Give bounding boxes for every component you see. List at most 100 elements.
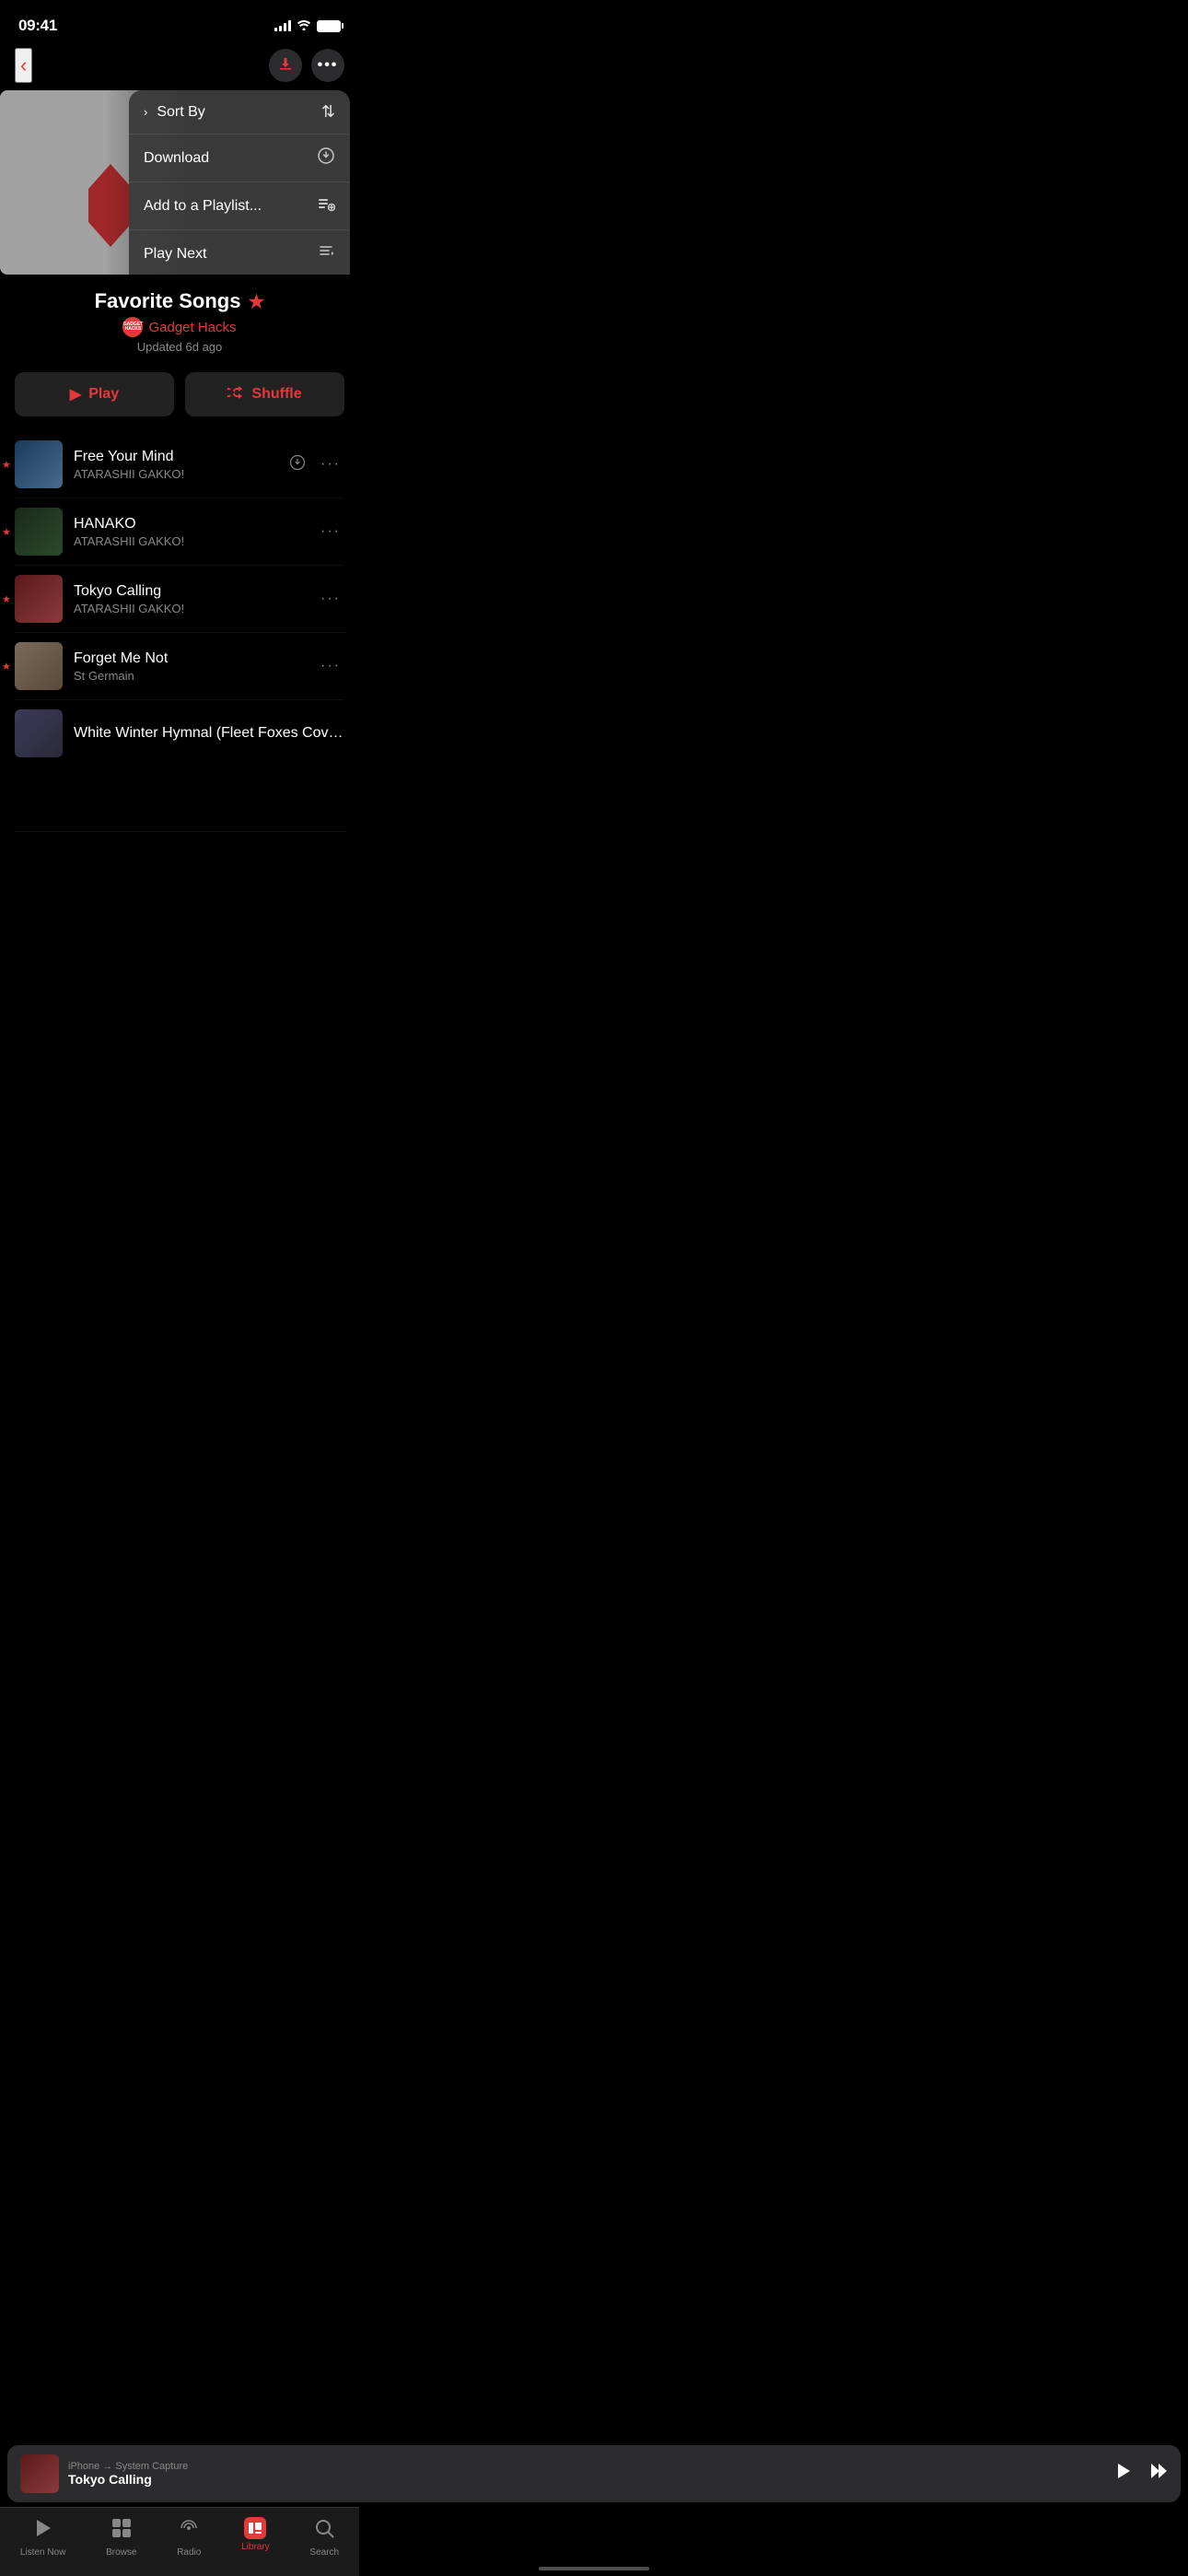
now-playing-play-button[interactable] bbox=[1112, 2461, 1133, 2487]
song-info: Forget Me Not St Germain bbox=[74, 650, 317, 683]
tab-radio[interactable]: Radio bbox=[177, 2517, 201, 2558]
tab-library-label: Library bbox=[241, 2542, 270, 2552]
song-star-icon: ★ bbox=[2, 661, 11, 673]
menu-item-play-next[interactable]: Play Next bbox=[129, 230, 350, 275]
wifi-icon bbox=[297, 19, 311, 33]
song-thumbnail bbox=[15, 575, 63, 623]
song-item[interactable]: ★ Tokyo Calling ATARASHII GAKKO! ··· bbox=[15, 566, 344, 633]
status-time: 09:41 bbox=[18, 17, 57, 35]
sort-by-icon: ⇅ bbox=[321, 102, 335, 122]
browse-icon bbox=[111, 2517, 133, 2545]
tab-search-label: Search bbox=[309, 2547, 339, 2558]
battery-icon bbox=[317, 20, 341, 32]
song-item[interactable]: ★ Forget Me Not St Germain ··· bbox=[15, 633, 344, 700]
now-playing-title: Tokyo Calling bbox=[68, 2472, 1103, 2487]
tab-search[interactable]: Search bbox=[309, 2517, 339, 2558]
song-title: White Winter Hymnal (Fleet Foxes Cover) bbox=[74, 725, 344, 742]
song-title: HANAKO bbox=[74, 516, 317, 533]
song-actions: ··· bbox=[289, 452, 344, 476]
song-artist: ATARASHII GAKKO! bbox=[74, 534, 317, 548]
play-label: Play bbox=[88, 386, 119, 403]
context-menu: › Sort By ⇅ Download Add to a Playlist..… bbox=[129, 90, 350, 275]
tab-bar: Listen Now Browse Radio bbox=[0, 2507, 359, 2576]
updated-text: Updated 6d ago bbox=[18, 340, 341, 354]
song-star-icon: ★ bbox=[2, 526, 11, 538]
menu-item-download[interactable]: Download bbox=[129, 135, 350, 182]
song-item[interactable]: White Winter Hymnal (Fleet Foxes Cover) bbox=[15, 700, 344, 832]
playlist-info: Favorite Songs ★ GADGET HACKS Gadget Hac… bbox=[0, 275, 359, 363]
song-more-button[interactable]: ··· bbox=[317, 520, 344, 544]
song-more-button[interactable]: ··· bbox=[317, 587, 344, 611]
song-actions: ··· bbox=[317, 520, 344, 544]
nav-right-buttons: ••• bbox=[269, 49, 344, 82]
song-download-icon[interactable] bbox=[289, 454, 306, 475]
now-playing-forward-button[interactable] bbox=[1147, 2461, 1168, 2487]
shuffle-button[interactable]: Shuffle bbox=[185, 372, 344, 416]
shuffle-icon bbox=[227, 386, 244, 404]
song-artist: ATARASHII GAKKO! bbox=[74, 467, 289, 481]
song-info: Tokyo Calling ATARASHII GAKKO! bbox=[74, 583, 317, 615]
tab-library[interactable]: Library bbox=[241, 2517, 270, 2552]
song-item[interactable]: ★ Free Your Mind ATARASHII GAKKO! ··· bbox=[15, 431, 344, 498]
library-icon bbox=[244, 2517, 266, 2539]
add-playlist-icon bbox=[317, 194, 335, 217]
play-button[interactable]: ▶ Play bbox=[15, 372, 174, 416]
favorite-star-icon: ★ bbox=[248, 290, 264, 313]
add-playlist-label: Add to a Playlist... bbox=[144, 198, 262, 215]
song-star-icon: ★ bbox=[2, 593, 11, 605]
menu-item-add-playlist[interactable]: Add to a Playlist... bbox=[129, 182, 350, 230]
song-actions: ··· bbox=[317, 587, 344, 611]
now-playing-source: iPhone → System Capture bbox=[68, 2461, 1103, 2472]
download-icon bbox=[317, 146, 335, 170]
song-star-icon: ★ bbox=[2, 459, 11, 471]
download-label: Download bbox=[144, 150, 209, 167]
song-list: ★ Free Your Mind ATARASHII GAKKO! ··· ★ … bbox=[0, 431, 359, 832]
song-artist: ATARASHII GAKKO! bbox=[74, 602, 317, 615]
song-actions: ··· bbox=[317, 654, 344, 678]
nav-bar: ‹ ••• bbox=[0, 44, 359, 90]
song-item[interactable]: ★ HANAKO ATARASHII GAKKO! ··· bbox=[15, 498, 344, 566]
download-nav-button[interactable] bbox=[269, 49, 302, 82]
back-button[interactable]: ‹ bbox=[15, 48, 32, 83]
author-name: Gadget Hacks bbox=[148, 320, 236, 335]
status-icons bbox=[274, 19, 341, 33]
song-thumbnail bbox=[15, 508, 63, 556]
action-buttons: ▶ Play Shuffle bbox=[0, 363, 359, 431]
song-info: Free Your Mind ATARASHII GAKKO! bbox=[74, 449, 289, 481]
menu-item-sort-by[interactable]: › Sort By ⇅ bbox=[129, 90, 350, 135]
download-nav-icon bbox=[278, 56, 293, 76]
playlist-title: Favorite Songs ★ bbox=[18, 289, 341, 313]
album-area: › Sort By ⇅ Download Add to a Playlist..… bbox=[0, 90, 359, 275]
tab-browse[interactable]: Browse bbox=[106, 2517, 136, 2558]
play-icon: ▶ bbox=[70, 385, 81, 404]
search-icon bbox=[313, 2517, 335, 2545]
more-nav-button[interactable]: ••• bbox=[311, 49, 344, 82]
sort-by-label: Sort By bbox=[157, 104, 204, 121]
song-title: Forget Me Not bbox=[74, 650, 317, 667]
tab-browse-label: Browse bbox=[106, 2547, 136, 2558]
song-title: Free Your Mind bbox=[74, 449, 289, 465]
song-thumbnail bbox=[15, 642, 63, 690]
song-more-button[interactable]: ··· bbox=[317, 452, 344, 476]
play-next-label: Play Next bbox=[144, 246, 206, 263]
author-badge: GADGET HACKS bbox=[122, 317, 143, 337]
song-info: HANAKO ATARASHII GAKKO! bbox=[74, 516, 317, 548]
song-more-button[interactable]: ··· bbox=[317, 654, 344, 678]
play-next-icon bbox=[317, 242, 335, 265]
song-thumbnail bbox=[15, 440, 63, 488]
now-playing-controls bbox=[1112, 2461, 1168, 2487]
tab-listen-now-label: Listen Now bbox=[20, 2547, 65, 2558]
song-title: Tokyo Calling bbox=[74, 583, 317, 600]
song-artist: St Germain bbox=[74, 669, 317, 683]
shuffle-label: Shuffle bbox=[251, 386, 301, 403]
sort-by-arrow-icon: › bbox=[144, 105, 147, 119]
home-indicator bbox=[539, 2567, 649, 2570]
now-playing-bar[interactable]: iPhone → System Capture Tokyo Calling bbox=[7, 2445, 1181, 2502]
playlist-author[interactable]: GADGET HACKS Gadget Hacks bbox=[18, 317, 341, 337]
listen-now-icon bbox=[32, 2517, 54, 2545]
now-playing-info: iPhone → System Capture Tokyo Calling bbox=[68, 2461, 1103, 2487]
tab-listen-now[interactable]: Listen Now bbox=[20, 2517, 65, 2558]
status-bar: 09:41 bbox=[0, 0, 359, 44]
song-thumbnail bbox=[15, 709, 63, 757]
signal-icon bbox=[274, 20, 291, 31]
